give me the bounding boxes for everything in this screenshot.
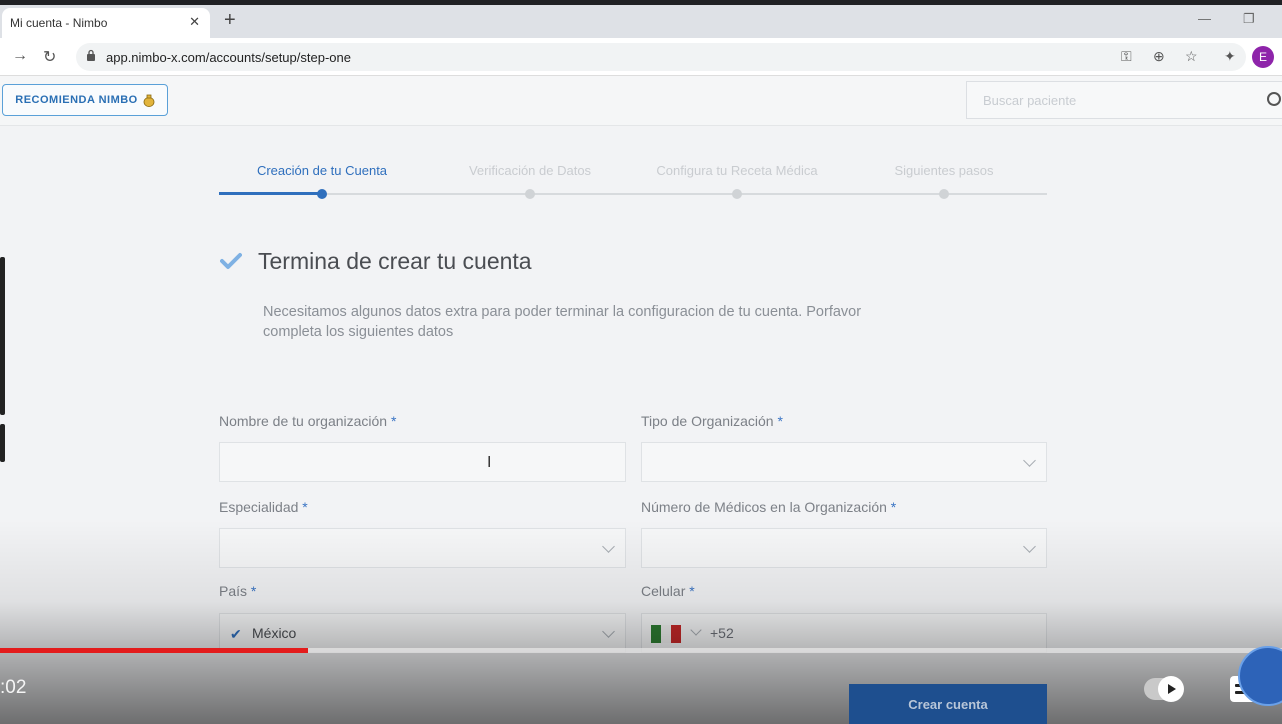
address-bar[interactable]: app.nimbo-x.com/accounts/setup/step-one [76, 43, 1246, 71]
screen: Mi cuenta - Nimbo ✕ + — ❐ → ↻ app.nimbo-… [0, 0, 1282, 724]
tab-title: Mi cuenta - Nimbo [10, 16, 108, 30]
browser-toolbar: → ↻ app.nimbo-x.com/accounts/setup/step-… [0, 38, 1282, 76]
chevron-down-icon [602, 540, 615, 553]
play-icon [1158, 676, 1184, 702]
forward-icon[interactable]: → [12, 47, 28, 65]
page-title: Termina de crear tu cuenta [258, 248, 532, 274]
doctors-count-select[interactable] [641, 528, 1047, 568]
country-value: México [252, 625, 297, 641]
zoom-icon[interactable]: ⊕ [1153, 48, 1165, 65]
new-tab-icon[interactable]: + [224, 9, 236, 32]
video-time: :02 [0, 677, 27, 698]
step-3-dot [732, 189, 742, 199]
doctors-count-label: Número de Médicos en la Organización * [641, 499, 897, 515]
country-label: País * [219, 583, 257, 599]
chevron-down-icon[interactable] [690, 624, 702, 636]
video-progress-bar[interactable] [0, 648, 1282, 653]
org-name-input[interactable] [219, 442, 626, 482]
money-bag-icon [143, 94, 155, 107]
specialty-label: Especialidad * [219, 499, 308, 515]
left-edge-bar [0, 424, 5, 462]
patient-search-input[interactable]: Buscar paciente [966, 81, 1282, 119]
stepper-progress [219, 192, 322, 195]
specialty-select[interactable] [219, 528, 626, 568]
bookmark-star-icon[interactable]: ☆ [1185, 48, 1198, 65]
check-icon: ✔ [230, 626, 242, 642]
org-name-label: Nombre de tu organización * [219, 413, 397, 429]
browser-tab[interactable]: Mi cuenta - Nimbo ✕ [2, 8, 210, 38]
autoplay-toggle[interactable] [1144, 676, 1184, 702]
chevron-down-icon [1023, 540, 1036, 553]
url-text: app.nimbo-x.com/accounts/setup/step-one [106, 49, 351, 65]
lock-icon [87, 49, 95, 61]
close-tab-icon[interactable]: ✕ [189, 14, 200, 30]
video-progress-fill [0, 648, 308, 653]
restore-icon[interactable]: ❐ [1243, 11, 1255, 27]
stepper-track [219, 193, 1047, 195]
mexico-flag-icon[interactable] [651, 625, 681, 643]
org-type-select[interactable] [641, 442, 1047, 482]
step-2-label: Verificación de Datos [468, 163, 592, 178]
left-edge-bar [0, 257, 5, 415]
step-2-dot [525, 189, 535, 199]
create-account-button[interactable]: Crear cuenta [849, 684, 1047, 724]
extensions-icon[interactable]: ✦ [1224, 48, 1236, 65]
phone-country-code: +52 [710, 625, 734, 641]
country-select[interactable]: ✔ México [219, 613, 626, 653]
search-placeholder: Buscar paciente [983, 92, 1077, 108]
browser-tabstrip: Mi cuenta - Nimbo ✕ + — ❐ [0, 0, 1282, 38]
phone-label: Celular * [641, 583, 695, 599]
step-3-label: Configura tu Receta Médica [656, 163, 818, 178]
recommend-label: RECOMIENDA NIMBO [15, 94, 138, 106]
text-cursor-icon: I [487, 454, 492, 471]
chevron-down-icon [602, 625, 615, 638]
reload-icon[interactable]: ↻ [43, 47, 56, 67]
checkmark-icon [220, 253, 242, 269]
key-icon[interactable]: ⚿ [1121, 48, 1132, 65]
recommend-button[interactable]: RECOMIENDA NIMBO [2, 84, 168, 116]
step-1-label: Creación de tu Cuenta [256, 163, 388, 178]
step-1-dot [317, 189, 327, 199]
org-type-label: Tipo de Organización * [641, 413, 783, 429]
minimize-icon[interactable]: — [1198, 11, 1211, 26]
search-icon[interactable] [1267, 92, 1281, 106]
profile-avatar[interactable]: E [1252, 46, 1274, 68]
step-4-label: Siguientes pasos [894, 163, 994, 178]
page-description: Necesitamos algunos datos extra para pod… [263, 304, 862, 340]
phone-input[interactable]: +52 [641, 613, 1047, 653]
chevron-down-icon [1023, 454, 1036, 467]
app-header: RECOMIENDA NIMBO Buscar paciente [0, 76, 1282, 126]
step-4-dot [939, 189, 949, 199]
